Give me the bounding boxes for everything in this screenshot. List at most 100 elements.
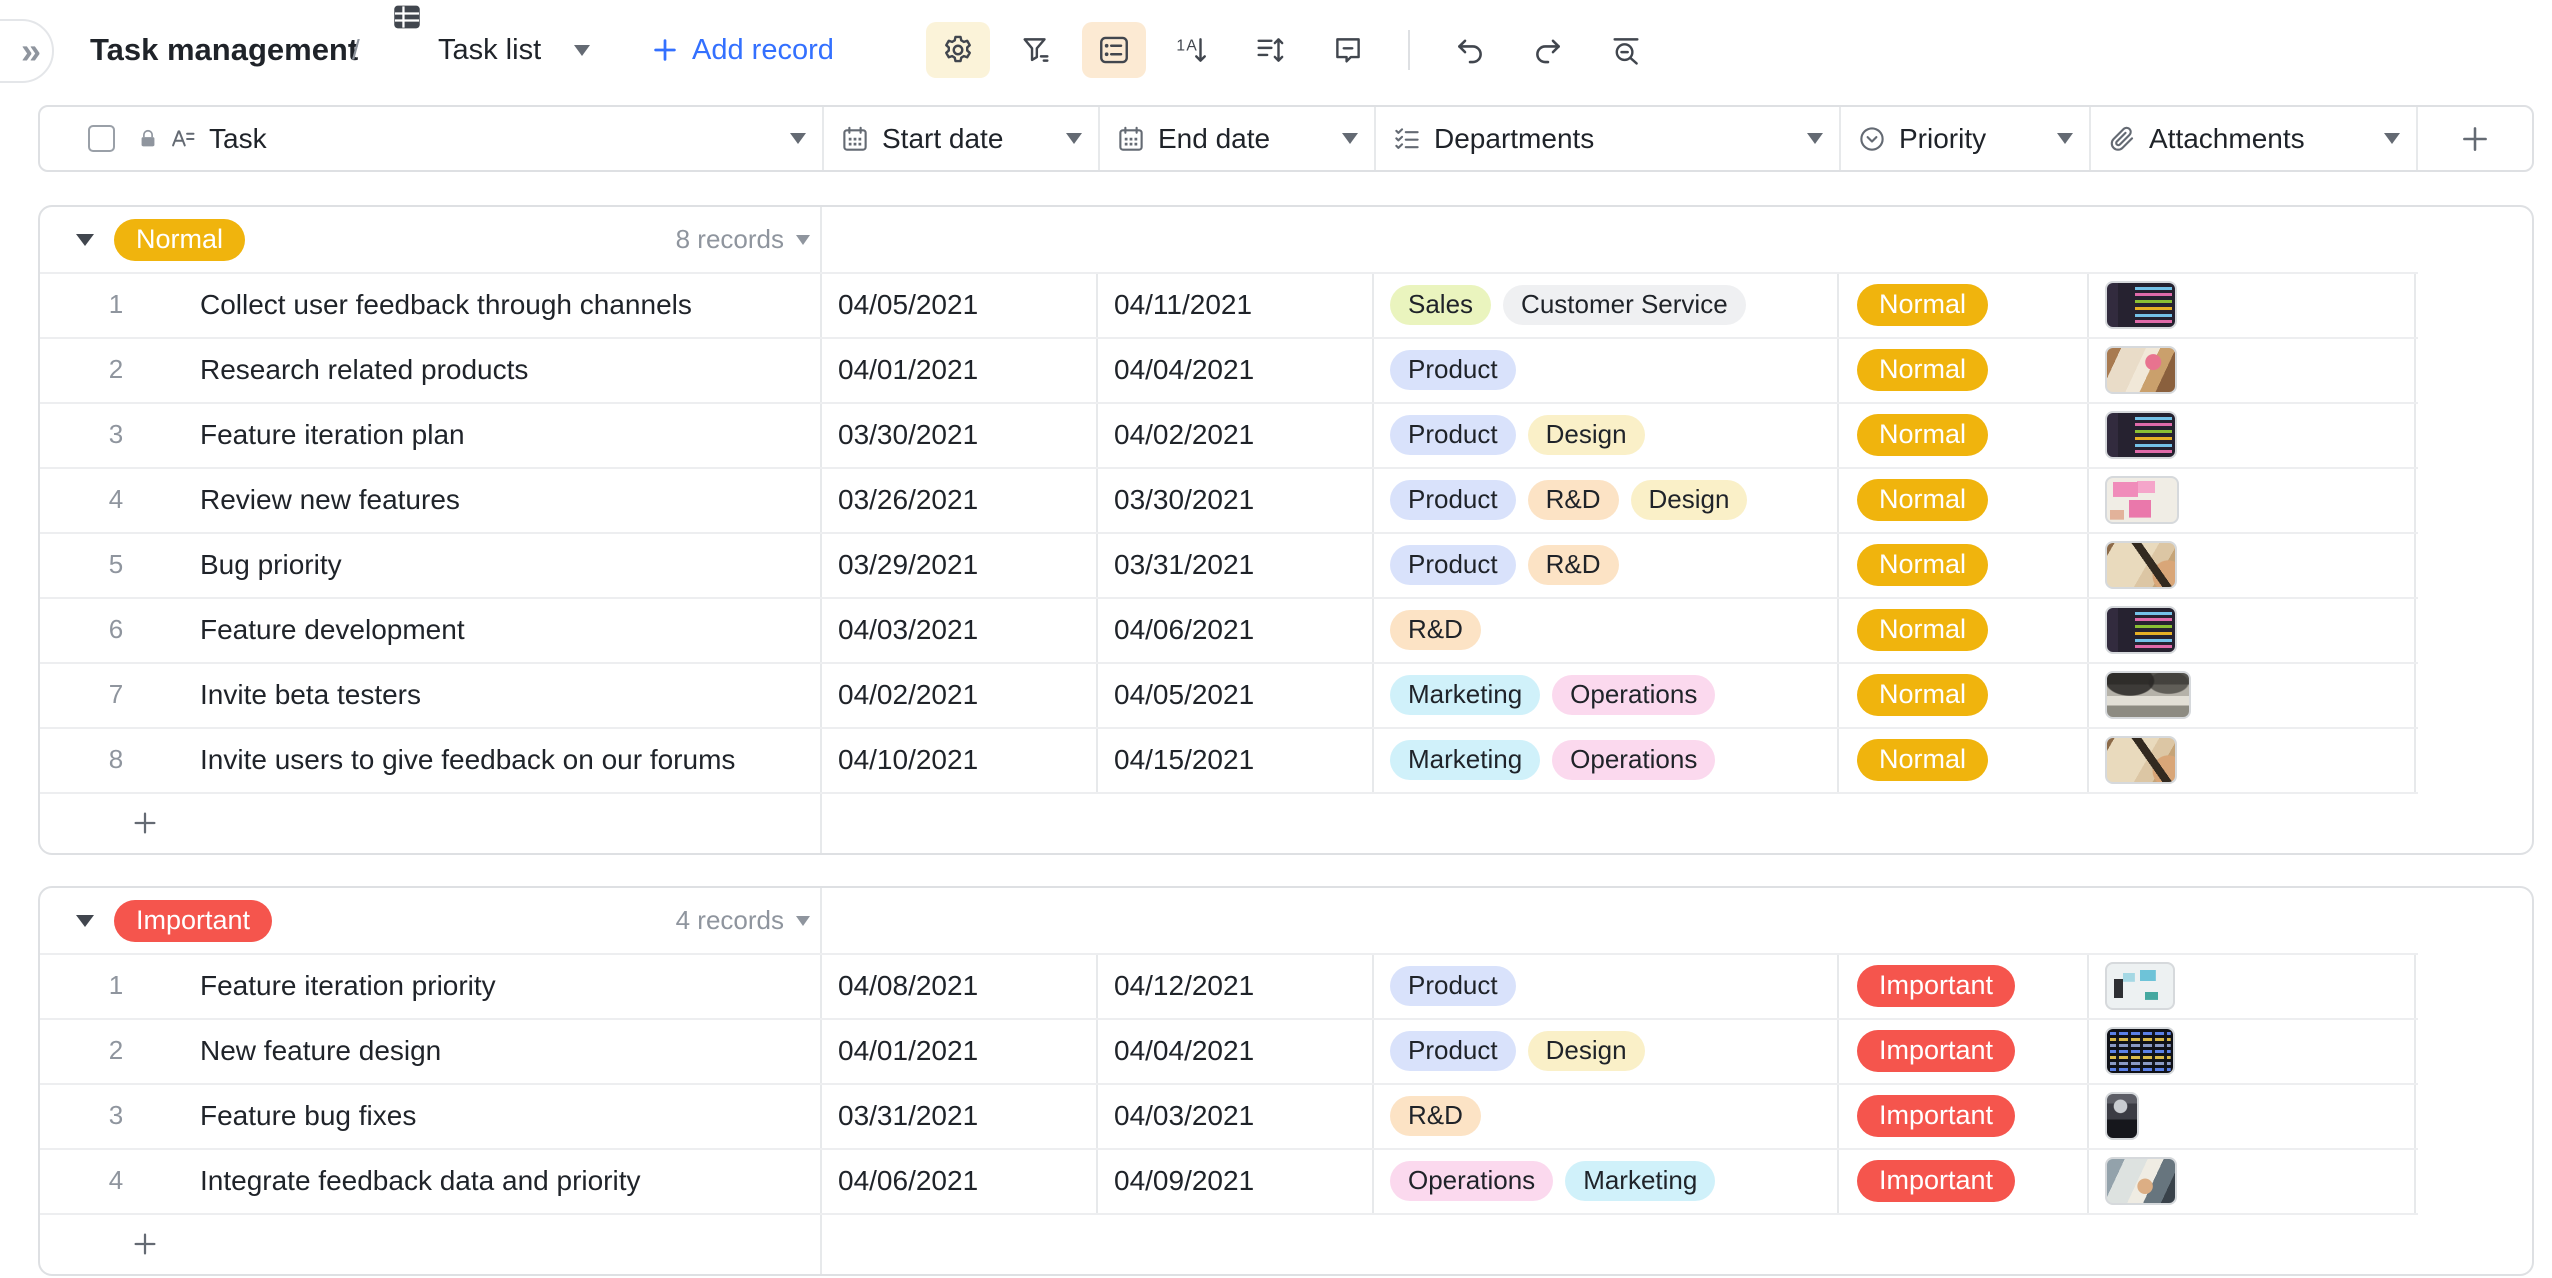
group-records-caret-icon[interactable] [796,235,810,245]
departments-cell[interactable]: Product [1374,953,1839,1018]
undo-button[interactable] [1438,22,1502,78]
start-date-cell[interactable]: 03/30/2021 [822,402,1098,467]
start-date-cell[interactable]: 04/01/2021 [822,1018,1098,1083]
end-date-cell[interactable]: 04/02/2021 [1098,402,1374,467]
departments-cell[interactable]: MarketingOperations [1374,662,1839,727]
departments-cell[interactable]: Product [1374,337,1839,402]
priority-cell[interactable]: Important [1839,1018,2089,1083]
attachments-cell[interactable] [2089,1148,2416,1213]
row-height-button[interactable] [1238,22,1302,78]
attachment-thumbnail[interactable] [2105,962,2175,1010]
priority-cell[interactable]: Normal [1839,662,2089,727]
add-record-button[interactable]: Add record [650,0,834,100]
select-all-checkbox[interactable] [88,125,115,152]
sort-button[interactable]: 1A [1160,22,1224,78]
priority-cell[interactable]: Important [1839,1083,2089,1148]
attachment-thumbnail[interactable] [2105,671,2191,719]
start-date-cell[interactable]: 04/03/2021 [822,597,1098,662]
add-record-row-button[interactable] [130,808,160,838]
attachments-cell[interactable] [2089,727,2416,792]
task-cell[interactable]: 1Collect user feedback through channels [40,272,822,337]
column-header-departments[interactable]: Departments [1374,107,1839,170]
start-date-cell[interactable]: 04/10/2021 [822,727,1098,792]
expand-sidebar-button[interactable]: » [0,19,54,83]
priority-cell[interactable]: Normal [1839,597,2089,662]
departments-cell[interactable]: ProductDesign [1374,1018,1839,1083]
priority-cell[interactable]: Important [1839,953,2089,1018]
column-header-priority[interactable]: Priority [1839,107,2089,170]
end-date-cell[interactable]: 04/12/2021 [1098,953,1374,1018]
attachment-thumbnail[interactable] [2105,411,2177,459]
departments-cell[interactable]: ProductR&D [1374,532,1839,597]
start-date-cell[interactable]: 03/26/2021 [822,467,1098,532]
priority-cell[interactable]: Normal [1839,727,2089,792]
task-cell[interactable]: 8Invite users to give feedback on our fo… [40,727,822,792]
attachments-cell[interactable] [2089,532,2416,597]
attachment-thumbnail[interactable] [2105,476,2179,524]
departments-cell[interactable]: MarketingOperations [1374,727,1839,792]
task-cell[interactable]: 4Review new features [40,467,822,532]
redo-button[interactable] [1516,22,1580,78]
task-cell[interactable]: 6Feature development [40,597,822,662]
task-cell[interactable]: 2New feature design [40,1018,822,1083]
comment-button[interactable] [1316,22,1380,78]
start-date-cell[interactable]: 04/06/2021 [822,1148,1098,1213]
start-date-cell[interactable]: 04/05/2021 [822,272,1098,337]
attachment-thumbnail[interactable] [2105,736,2177,784]
view-settings-gear-button[interactable] [926,22,990,78]
attachments-cell[interactable] [2089,402,2416,467]
departments-cell[interactable]: SalesCustomer Service [1374,272,1839,337]
start-date-cell[interactable]: 03/31/2021 [822,1083,1098,1148]
add-field-button[interactable] [2416,107,2532,170]
group-collapse-caret-icon[interactable] [76,234,94,246]
end-date-cell[interactable]: 04/09/2021 [1098,1148,1374,1213]
end-date-cell[interactable]: 04/15/2021 [1098,727,1374,792]
task-cell[interactable]: 7Invite beta testers [40,662,822,727]
find-replace-button[interactable] [1594,22,1658,78]
task-cell[interactable]: 2Research related products [40,337,822,402]
attachments-cell[interactable] [2089,662,2416,727]
task-cell[interactable]: 3Feature iteration plan [40,402,822,467]
departments-cell[interactable]: ProductDesign [1374,402,1839,467]
task-cell[interactable]: 3Feature bug fixes [40,1083,822,1148]
start-date-cell[interactable]: 04/01/2021 [822,337,1098,402]
attachment-thumbnail[interactable] [2105,346,2177,394]
end-date-cell[interactable]: 04/04/2021 [1098,337,1374,402]
start-date-cell[interactable]: 04/02/2021 [822,662,1098,727]
column-header-attachments[interactable]: Attachments [2089,107,2416,170]
departments-cell[interactable]: ProductR&DDesign [1374,467,1839,532]
priority-cell[interactable]: Normal [1839,467,2089,532]
group-by-button[interactable] [1082,22,1146,78]
end-date-cell[interactable]: 03/31/2021 [1098,532,1374,597]
attachment-thumbnail[interactable] [2105,1027,2175,1075]
group-collapse-caret-icon[interactable] [76,915,94,927]
priority-cell[interactable]: Normal [1839,272,2089,337]
task-cell[interactable]: 4Integrate feedback data and priority [40,1148,822,1213]
view-switcher[interactable]: Task list [438,0,541,100]
attachments-cell[interactable] [2089,1083,2416,1148]
attachments-cell[interactable] [2089,467,2416,532]
attachment-thumbnail[interactable] [2105,1157,2177,1205]
attachment-thumbnail[interactable] [2105,1092,2139,1140]
end-date-cell[interactable]: 04/03/2021 [1098,1083,1374,1148]
departments-cell[interactable]: OperationsMarketing [1374,1148,1839,1213]
end-date-cell[interactable]: 04/06/2021 [1098,597,1374,662]
start-date-cell[interactable]: 03/29/2021 [822,532,1098,597]
departments-cell[interactable]: R&D [1374,597,1839,662]
attachments-cell[interactable] [2089,272,2416,337]
column-header-start-date[interactable]: Start date [822,107,1098,170]
attachments-cell[interactable] [2089,1018,2416,1083]
priority-cell[interactable]: Important [1839,1148,2089,1213]
attachment-thumbnail[interactable] [2105,606,2177,654]
end-date-cell[interactable]: 03/30/2021 [1098,467,1374,532]
column-header-end-date[interactable]: End date [1098,107,1374,170]
priority-cell[interactable]: Normal [1839,337,2089,402]
attachments-cell[interactable] [2089,337,2416,402]
end-date-cell[interactable]: 04/05/2021 [1098,662,1374,727]
group-records-caret-icon[interactable] [796,916,810,926]
attachments-cell[interactable] [2089,597,2416,662]
attachment-thumbnail[interactable] [2105,281,2177,329]
attachment-thumbnail[interactable] [2105,541,2177,589]
end-date-cell[interactable]: 04/11/2021 [1098,272,1374,337]
column-header-task[interactable]: Task [40,107,822,170]
